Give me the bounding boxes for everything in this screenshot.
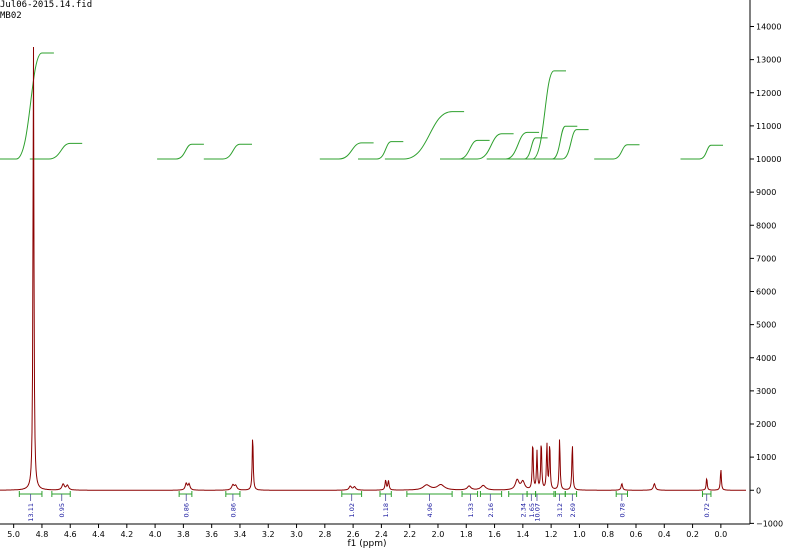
x-tick-label: 0.0 [714, 530, 727, 539]
y-tick-label: 3000 [756, 387, 776, 396]
y-tick-label: 10000 [756, 155, 781, 164]
x-tick-label: 4.2 [120, 530, 133, 539]
y-tick-label: 1000 [756, 453, 776, 462]
integral-label: 1.02 [348, 503, 356, 517]
x-tick-label: 5.0 [7, 530, 20, 539]
integral-label: 2.16 [487, 503, 495, 517]
integral-curve [29, 142, 83, 160]
y-axis: 1400013000120001100010000900080007000600… [749, 0, 783, 528]
x-tick-label: 2.4 [375, 530, 388, 539]
x-axis-title: f1 (ppm) [348, 539, 387, 549]
y-tick-label: 0 [756, 486, 761, 495]
x-tick-label: 1.6 [488, 530, 501, 539]
integral-label: 0.86 [229, 503, 237, 517]
integral-label: 10.07 [533, 503, 541, 522]
nmr-spectrum-chart: 13.11 0.95 0.86 0.86 1.02 1.18 4.96 1.33 2.16 2.3… [0, 0, 783, 549]
integral-curve [543, 129, 589, 160]
x-tick-label: 3.4 [234, 530, 247, 539]
x-tick-label: 0.2 [686, 530, 699, 539]
integral-curve [319, 142, 374, 160]
x-tick-label: 1.4 [516, 530, 529, 539]
y-tick-label: −1000 [756, 519, 783, 528]
spectrum-line [0, 46, 746, 491]
integral-curve [384, 111, 465, 160]
x-tick-label: 1.0 [573, 530, 586, 539]
x-tick-label: 0.4 [658, 530, 671, 539]
x-tick-label: 4.0 [149, 530, 162, 539]
x-axis: 5.0 4.8 4.6 4.4 4.2 4.0 3.8 3.6 3.4 3.2 3.0 2.8 2.6 2… [0, 523, 750, 539]
x-tick-label: 3.8 [177, 530, 190, 539]
x-tick-label: 2.2 [403, 530, 416, 539]
y-tick-label: 6000 [756, 288, 776, 297]
integral-bars: 13.11 0.95 0.86 0.86 1.02 1.18 4.96 1.33 2.16 2.3… [18, 491, 712, 522]
integral-label: 13.11 [27, 503, 35, 522]
integral-curve [157, 143, 204, 160]
x-tick-label: 2.8 [318, 530, 331, 539]
integral-label: 1.33 [467, 503, 475, 517]
x-tick-label: 1.8 [460, 530, 473, 539]
integral-label: 2.34 [519, 503, 527, 517]
integral-curve [440, 139, 490, 160]
integral-label: 0.78 [618, 503, 626, 517]
x-tick-label: 4.8 [36, 530, 49, 539]
integral-curve [513, 70, 566, 160]
integral-curve [594, 144, 640, 160]
x-tick-label: 1.2 [545, 530, 558, 539]
x-tick-label: 3.6 [205, 530, 218, 539]
integral-curve [358, 141, 404, 160]
x-tick-label: 3.2 [262, 530, 275, 539]
integral-curves [0, 52, 723, 160]
x-tick-label: 4.6 [64, 530, 77, 539]
x-tick-label: 0.6 [630, 530, 643, 539]
y-tick-label: 12000 [756, 89, 781, 98]
y-tick-label: 7000 [756, 254, 776, 263]
y-tick-label: 14000 [756, 23, 781, 32]
y-tick-label: 2000 [756, 420, 776, 429]
y-tick-label: 11000 [756, 122, 781, 131]
integral-curve [0, 52, 54, 160]
y-tick-label: 8000 [756, 221, 776, 230]
x-tick-label: 2.6 [347, 530, 360, 539]
integral-label: 4.96 [426, 503, 434, 517]
integral-label: 0.86 [183, 503, 191, 517]
integral-label: 2.69 [569, 503, 577, 517]
y-tick-label: 5000 [756, 321, 776, 330]
integral-label: 1.18 [382, 503, 390, 517]
x-tick-label: 3.0 [290, 530, 303, 539]
integral-label: 0.72 [703, 503, 711, 517]
x-tick-label: 0.8 [601, 530, 614, 539]
y-tick-label: 9000 [756, 188, 776, 197]
integral-label: 3.12 [556, 503, 564, 517]
integral-label: 0.95 [58, 503, 66, 517]
y-tick-label: 4000 [756, 354, 776, 363]
x-tick-label: 2.0 [432, 530, 445, 539]
integral-curve [680, 144, 723, 160]
y-tick-label: 13000 [756, 56, 781, 65]
integral-curve [203, 143, 252, 160]
x-tick-label: 4.4 [92, 530, 105, 539]
